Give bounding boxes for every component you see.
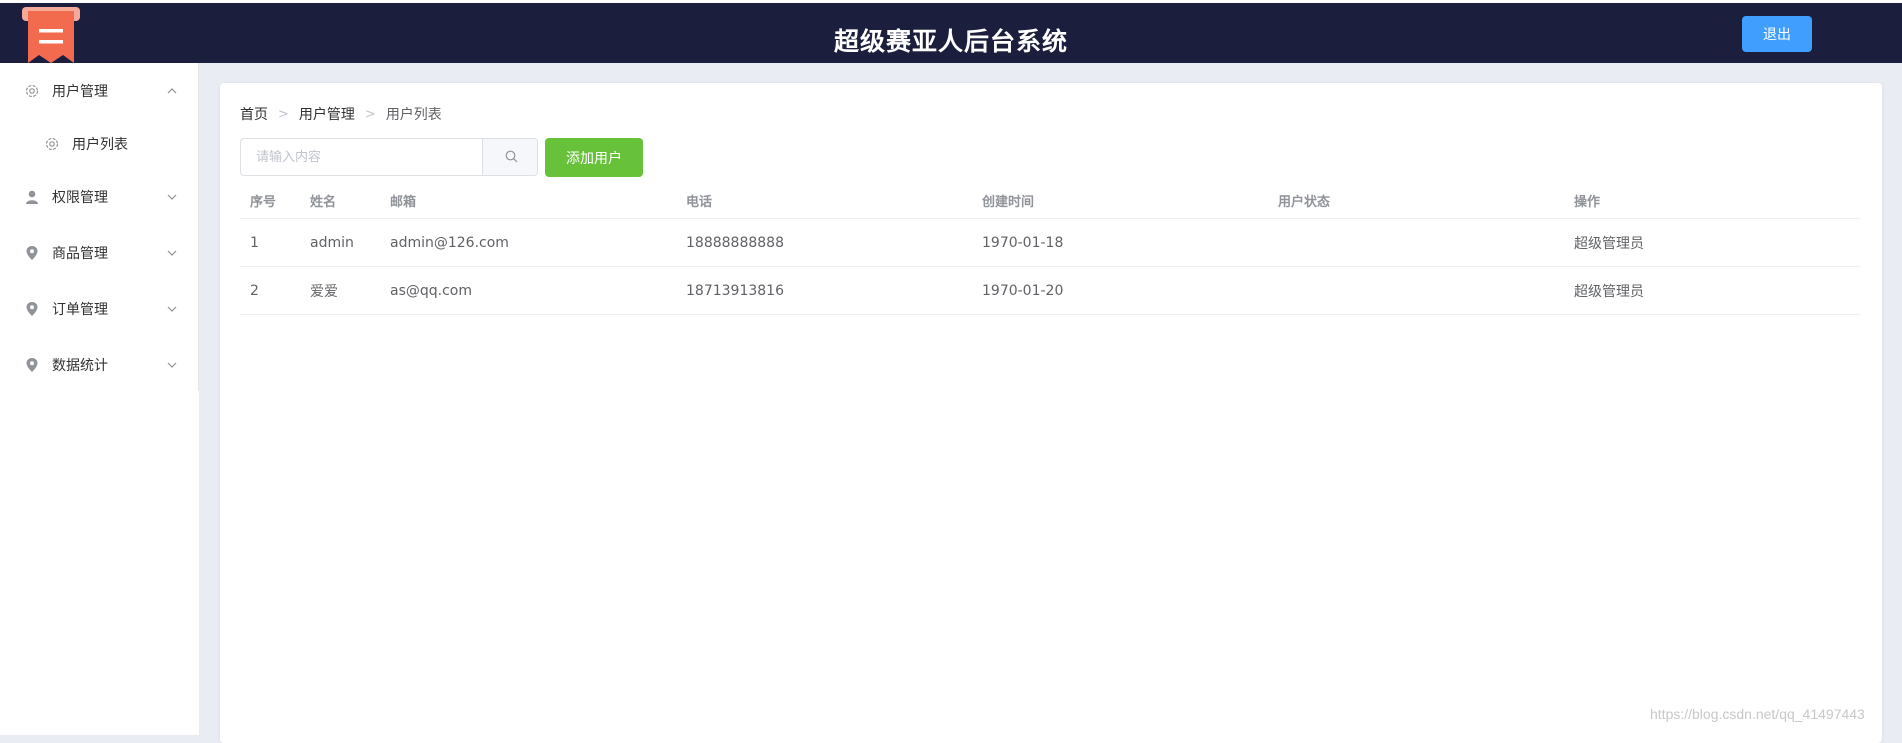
table-body: 1 admin admin@126.com 18888888888 1970-0… [240,219,1860,315]
chevron-down-icon [167,250,177,256]
cell-created: 1970-01-18 [982,234,1064,251]
header-actions: 操作 [1574,194,1601,210]
cell-role: 超级管理员 [1574,235,1644,252]
cell-name: 爱爱 [310,283,338,300]
logout-button[interactable]: 退出 [1742,16,1812,52]
breadcrumb-home[interactable]: 首页 [240,104,268,124]
breadcrumb-user-list: 用户列表 [385,107,442,123]
table-row: 1 admin admin@126.com 18888888888 1970-0… [240,219,1860,267]
cell-email: admin@126.com [390,234,509,251]
watermark: https://blog.csdn.net/qq_41497443 [1650,706,1865,722]
table-header: 序号 姓名 邮箱 电话 创建时间 用户状态 操作 [240,182,1860,219]
sidebar-item-label: 用户列表 [72,137,128,153]
table-row: 2 爱爱 as@qq.com 18713913816 1970-01-20 超级… [240,267,1860,315]
add-user-button[interactable]: 添加用户 [545,138,643,177]
cell-email: as@qq.com [390,282,472,299]
app-title: 超级赛亚人后台系统 [833,27,1068,56]
sidebar-item-order-management[interactable]: 订单管理 [0,281,199,337]
sidebar-item-user-list[interactable]: 用户列表 [0,116,199,172]
location-icon [26,302,38,316]
sidebar-item-label: 数据统计 [52,358,108,374]
location-icon [26,358,38,372]
cell-phone: 18713913816 [686,282,784,299]
header-email: 邮箱 [390,194,417,210]
main-content-card: 首页 > 用户管理 > 用户列表 添加用户 序号 姓名 邮箱 电话 创建时间 用… [220,83,1882,743]
chevron-down-icon [167,362,177,368]
top-header: 超级赛亚人后台系统 退出 [0,0,1902,63]
cell-phone: 18888888888 [686,234,784,251]
sidebar-item-label: 订单管理 [52,302,108,318]
header-name: 姓名 [310,194,337,210]
cell-index: 1 [250,234,259,251]
user-icon [26,190,38,204]
location-icon [26,246,38,260]
header-index: 序号 [250,194,277,210]
user-table: 序号 姓名 邮箱 电话 创建时间 用户状态 操作 1 admin admin@1… [240,182,1860,315]
sidebar-item-product-management[interactable]: 商品管理 [0,225,199,281]
sidebar-item-permission-management[interactable]: 权限管理 [0,169,199,225]
chevron-right-icon: > [364,106,376,122]
chevron-up-icon [167,88,177,94]
search-icon [505,150,518,163]
cell-index: 2 [250,282,259,299]
gear-icon [25,84,39,98]
breadcrumb: 首页 > 用户管理 > 用户列表 [240,104,442,124]
chevron-down-icon [167,306,177,312]
sidebar: 用户管理 用户列表 权限管理 商品管理 订单管理 数据统计 [0,63,199,735]
gear-icon [45,137,59,151]
breadcrumb-user-management: 用户管理 [298,107,355,123]
chevron-down-icon [167,194,177,200]
header-phone: 电话 [686,194,713,210]
chevron-right-icon: > [278,106,289,122]
search-button[interactable] [482,139,537,175]
sidebar-item-label: 商品管理 [52,246,108,262]
sidebar-item-data-statistics[interactable]: 数据统计 [0,337,199,393]
search-group [240,138,538,176]
table-header-row: 序号 姓名 邮箱 电话 创建时间 用户状态 操作 [240,182,1860,219]
cell-role: 超级管理员 [1574,283,1644,300]
header-status: 用户状态 [1278,194,1331,210]
sidebar-item-user-management[interactable]: 用户管理 [0,63,199,119]
cell-name: admin [310,234,354,251]
search-input[interactable] [241,139,483,175]
sidebar-item-label: 权限管理 [52,190,108,206]
sidebar-item-label: 用户管理 [52,84,108,100]
cell-created: 1970-01-20 [982,282,1064,299]
header-created: 创建时间 [982,194,1035,210]
